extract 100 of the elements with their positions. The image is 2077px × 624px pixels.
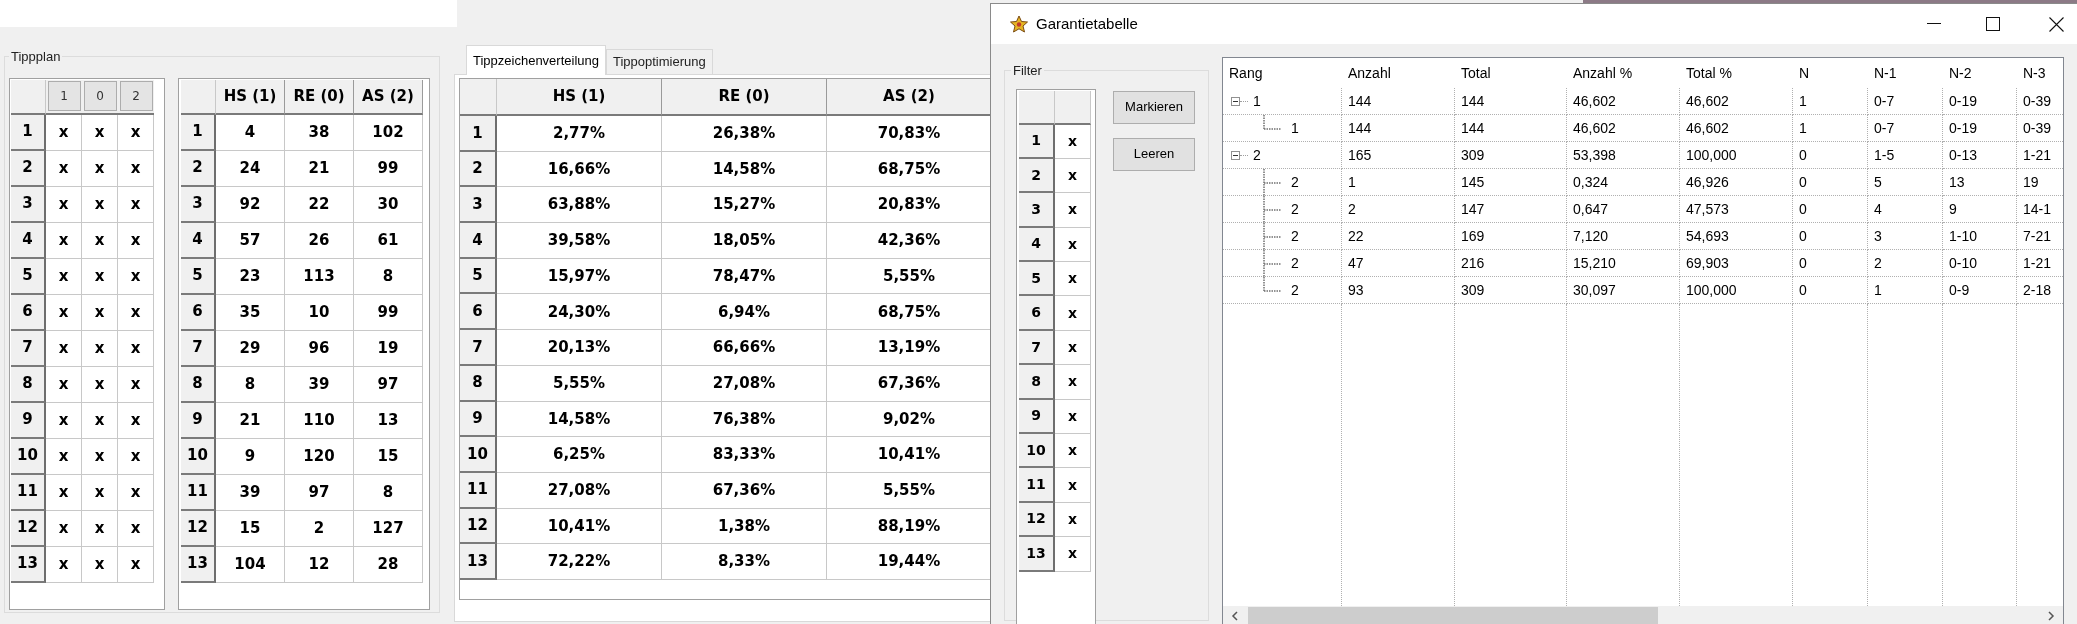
row-header: 12 bbox=[181, 510, 216, 547]
row-header: 1 bbox=[181, 114, 216, 151]
chevron-right-icon[interactable] bbox=[2048, 611, 2055, 621]
table-cell: 2 bbox=[1342, 196, 1455, 223]
table-cell: 76,38% bbox=[662, 401, 827, 438]
table-cell: 15,210 bbox=[1567, 250, 1680, 277]
table-cell: x bbox=[46, 438, 82, 475]
column-header[interactable]: Anzahl % bbox=[1567, 58, 1680, 88]
tree-item-label[interactable]: 2 bbox=[1291, 252, 1299, 274]
column-header[interactable]: Total % bbox=[1680, 58, 1793, 88]
column-header[interactable]: Rang bbox=[1223, 58, 1342, 88]
row-header: 8 bbox=[181, 366, 216, 403]
table-cell: 0-13 bbox=[1943, 142, 2017, 169]
column-header-button[interactable]: 2 bbox=[119, 81, 153, 111]
table-cell: 7,120 bbox=[1567, 223, 1680, 250]
table-cell: 8 bbox=[354, 474, 423, 511]
table-cell: 27,08% bbox=[497, 472, 662, 509]
table-cell: x bbox=[82, 294, 118, 331]
table-cell: 1-21 bbox=[2017, 142, 2063, 169]
column-header[interactable]: Total bbox=[1455, 58, 1567, 88]
table-cell: 46,602 bbox=[1567, 115, 1680, 142]
tree-item-label[interactable]: 2 bbox=[1291, 279, 1299, 301]
row-header: 13 bbox=[11, 546, 46, 583]
scrollbar-thumb[interactable] bbox=[1248, 607, 1658, 624]
table-cell: 72,22% bbox=[497, 544, 662, 580]
row-header: 10 bbox=[181, 438, 216, 475]
table-cell: 39 bbox=[285, 366, 354, 403]
table-cell: 165 bbox=[1342, 142, 1455, 169]
row-header: 4 bbox=[460, 223, 497, 259]
table-cell: 8,33% bbox=[662, 544, 827, 580]
row-header: 10 bbox=[11, 438, 46, 475]
table-cell: x bbox=[82, 186, 118, 223]
row-header: 11 bbox=[11, 474, 46, 511]
table-cell: 21 bbox=[216, 402, 285, 439]
collapse-icon[interactable] bbox=[1231, 96, 1240, 106]
table-cell: 100,000 bbox=[1680, 142, 1793, 169]
column-header[interactable]: N-1 bbox=[1868, 58, 1943, 88]
table-cell: 5,55% bbox=[497, 365, 662, 402]
tab[interactable]: Tippoptimierung bbox=[606, 49, 713, 74]
tree-line bbox=[1263, 195, 1281, 223]
table-cell: 66,66% bbox=[662, 330, 827, 366]
collapse-icon[interactable] bbox=[1231, 150, 1240, 160]
chevron-left-icon[interactable] bbox=[1231, 611, 1238, 621]
table-cell: 47,573 bbox=[1680, 196, 1793, 223]
table-cell: x bbox=[1055, 193, 1091, 228]
column-header: HS (1) bbox=[497, 79, 662, 116]
table-cell: 0 bbox=[1793, 277, 1868, 304]
group-title: Tippplan bbox=[10, 48, 62, 66]
row-header: 9 bbox=[11, 402, 46, 439]
table-cell: 4 bbox=[216, 114, 285, 151]
row-header: 11 bbox=[181, 474, 216, 511]
action-button[interactable]: Markieren bbox=[1113, 90, 1195, 124]
table-cell: x bbox=[46, 546, 82, 583]
table-cell: 1-10 bbox=[1943, 223, 2017, 250]
row-header: 1 bbox=[11, 114, 46, 151]
column-header[interactable]: Anzahl bbox=[1342, 58, 1455, 88]
table-cell: x bbox=[1055, 434, 1091, 469]
table-cell: 12 bbox=[285, 546, 354, 583]
row-header: 12 bbox=[460, 508, 497, 545]
table-cell: 0-7 bbox=[1868, 115, 1943, 142]
table-cell: 54,693 bbox=[1680, 223, 1793, 250]
table-cell: 39,58% bbox=[497, 223, 662, 259]
table-cell: 96 bbox=[285, 330, 354, 367]
table-cell: 24 bbox=[216, 150, 285, 187]
table-cell: x bbox=[1055, 124, 1091, 159]
table-cell: x bbox=[118, 186, 154, 223]
close-icon[interactable] bbox=[2049, 16, 2064, 32]
table-cell: 92 bbox=[216, 186, 285, 223]
tree-item-label[interactable]: 2 bbox=[1291, 225, 1299, 247]
table-cell: 26 bbox=[285, 222, 354, 259]
tree-item-label[interactable]: 1 bbox=[1291, 117, 1299, 139]
tree-item-label[interactable]: 2 bbox=[1291, 198, 1299, 220]
row-header: 3 bbox=[1019, 193, 1055, 228]
table-cell: 144 bbox=[1455, 88, 1567, 115]
maximize-icon[interactable] bbox=[1986, 17, 2000, 31]
tree-item-label[interactable]: 2 bbox=[1253, 144, 1261, 166]
table-cell: x bbox=[1055, 468, 1091, 503]
table-cell: 1 bbox=[1793, 115, 1868, 142]
column-header-button[interactable]: 1 bbox=[47, 81, 81, 111]
action-button[interactable]: Leeren bbox=[1113, 137, 1195, 171]
column-header[interactable]: N bbox=[1793, 58, 1868, 88]
minimize-icon[interactable] bbox=[1927, 23, 1941, 25]
table-cell: x bbox=[118, 258, 154, 295]
column-header[interactable]: N-3 bbox=[2017, 58, 2063, 88]
tree-item-label[interactable]: 2 bbox=[1291, 171, 1299, 193]
table-cell: 120 bbox=[285, 438, 354, 475]
table-cell: x bbox=[1055, 158, 1091, 194]
tree-item-label[interactable]: 1 bbox=[1253, 90, 1261, 112]
horizontal-scrollbar[interactable] bbox=[1223, 606, 2063, 624]
table-cell: 1-21 bbox=[2017, 250, 2063, 277]
table-cell: 100,000 bbox=[1680, 277, 1793, 304]
table-cell: 13 bbox=[354, 402, 423, 439]
column-header[interactable]: N-2 bbox=[1943, 58, 2017, 88]
row-header: 6 bbox=[11, 294, 46, 331]
table-cell: x bbox=[118, 294, 154, 331]
table-cell: 46,602 bbox=[1680, 115, 1793, 142]
table-cell: 169 bbox=[1455, 223, 1567, 250]
column-header-button[interactable]: 0 bbox=[83, 81, 117, 111]
tree-line bbox=[1263, 168, 1281, 196]
tab[interactable]: Tippzeichenverteilung bbox=[466, 45, 606, 75]
